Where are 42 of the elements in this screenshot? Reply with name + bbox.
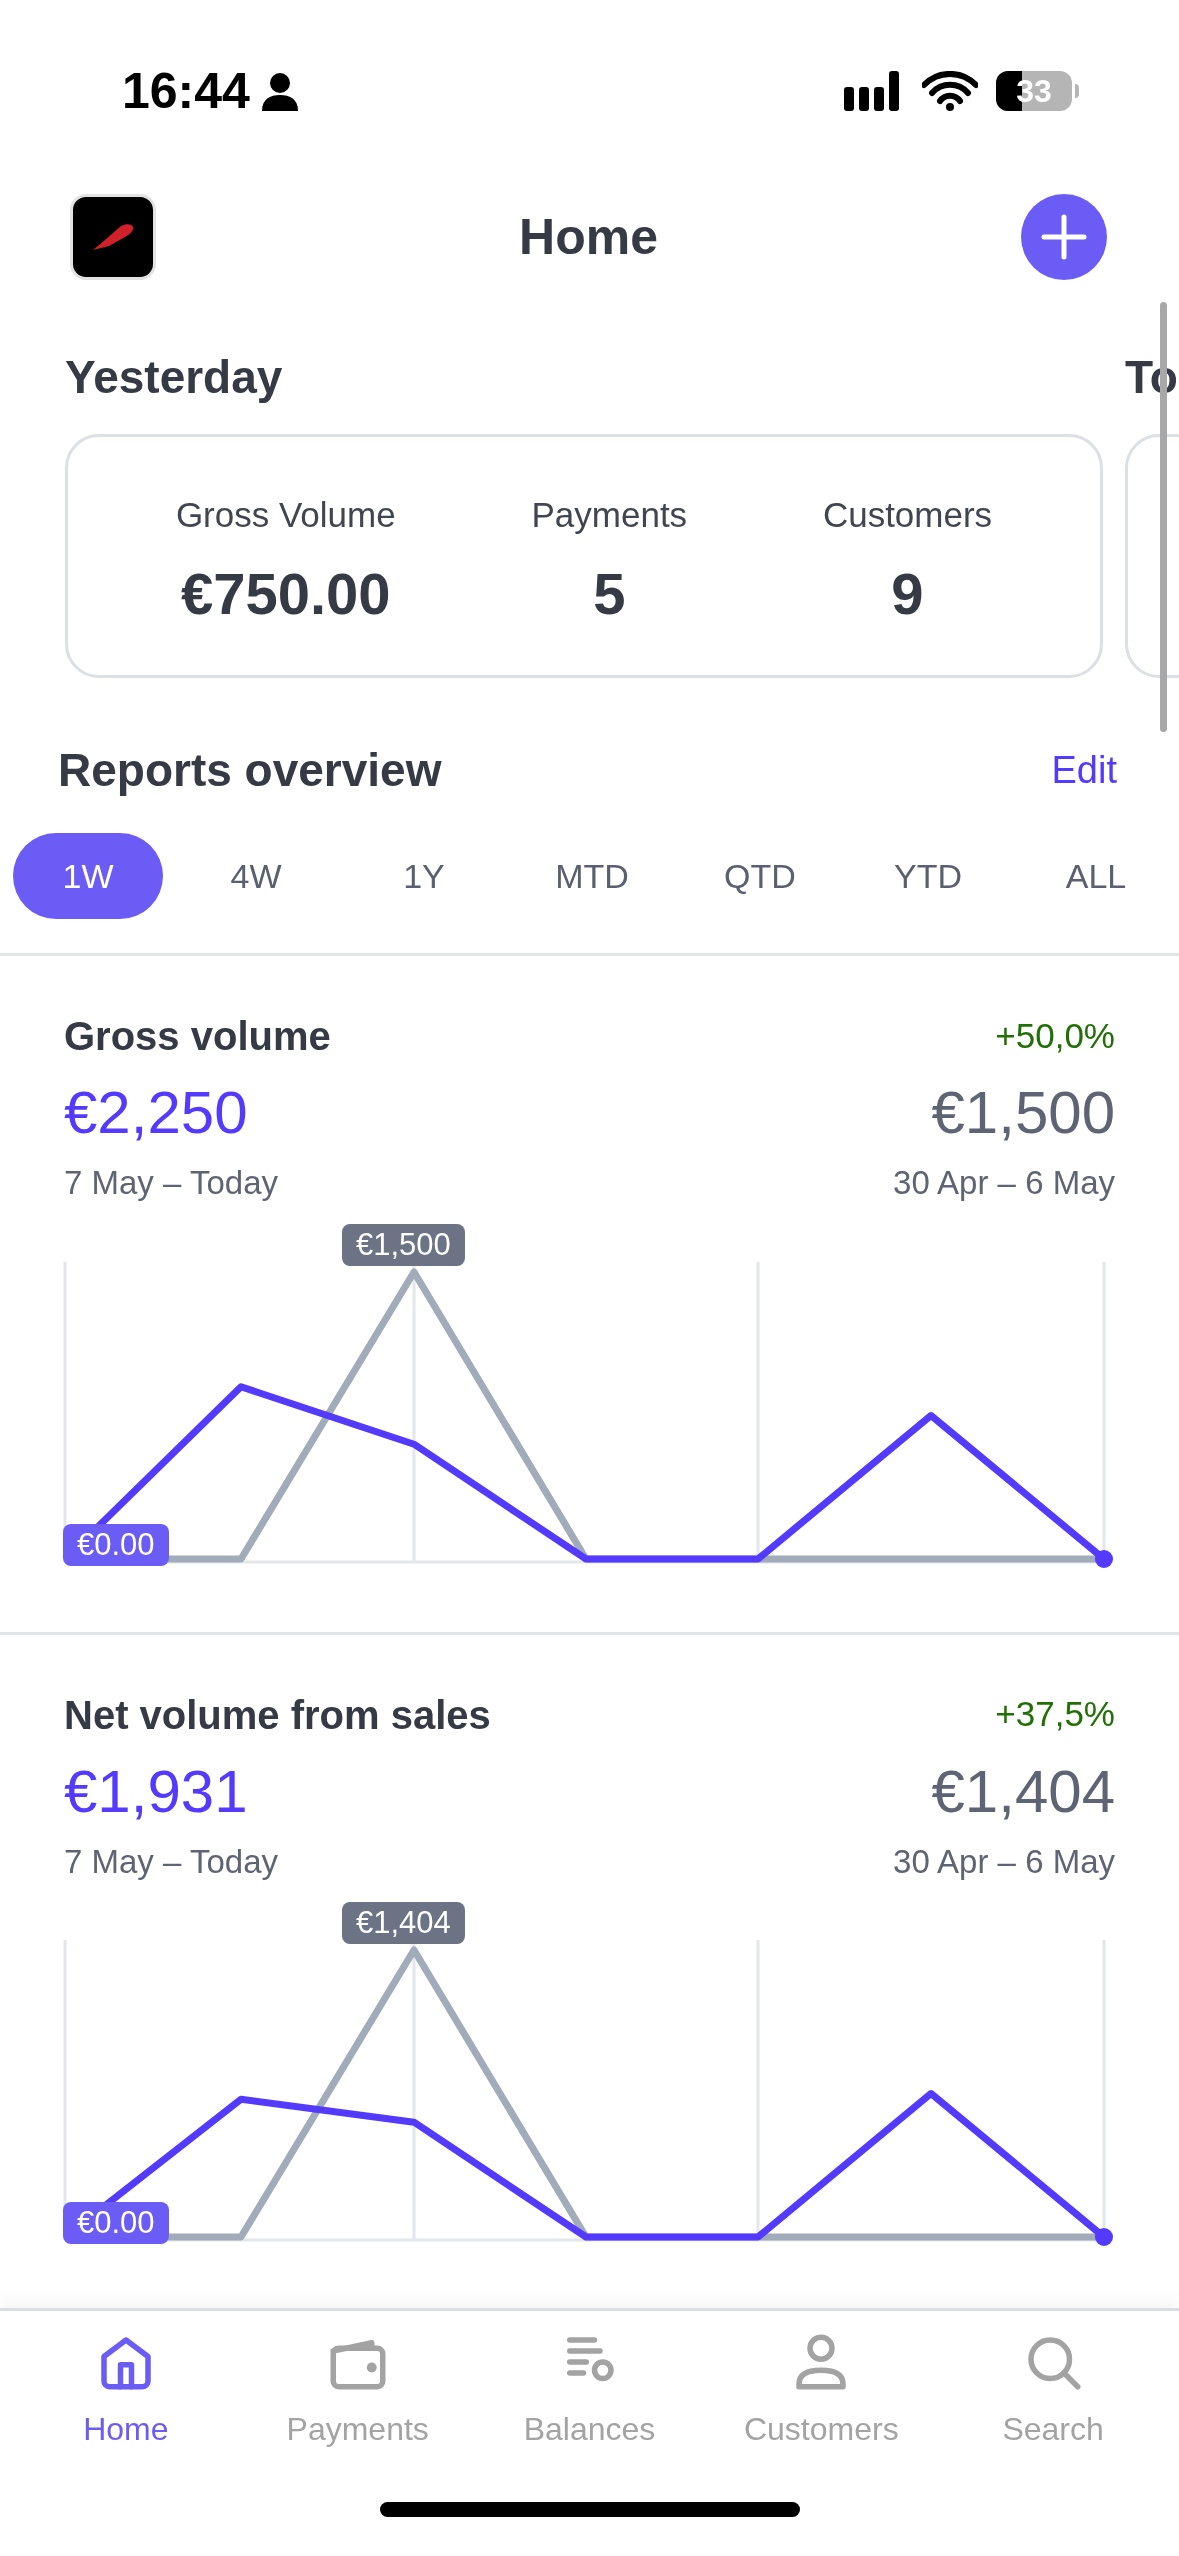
- metric-label: Gross Volume: [175, 493, 396, 536]
- previous-value: €1,500: [931, 1078, 1115, 1148]
- range-tab[interactable]: 1Y: [349, 833, 499, 919]
- wifi-icon: [922, 71, 978, 111]
- metric-value: 5: [593, 565, 626, 624]
- value-label: €0.00: [63, 2202, 169, 2244]
- person-icon: [261, 71, 298, 111]
- edit-link[interactable]: Edit: [1051, 742, 1117, 799]
- period-label: 7 May – Today: [64, 1841, 279, 1882]
- metric-value: 9: [891, 565, 924, 624]
- status-time: 16:44: [122, 61, 250, 121]
- chart-point: [1095, 2228, 1113, 2246]
- change-percent: +37,5%: [995, 1693, 1115, 1736]
- summary-card[interactable]: Gross Volume €750.00 Payments 5 Customers 9: [65, 434, 1103, 678]
- range-tab[interactable]: 4W: [181, 833, 331, 919]
- report-title: Net volume from sales: [64, 1691, 491, 1739]
- metric-label: Customers: [822, 493, 993, 536]
- plus-icon: [1041, 214, 1087, 260]
- change-percent: +50,0%: [995, 1014, 1115, 1057]
- metric-value: €750.00: [180, 565, 391, 624]
- period-label: 7 May – Today: [64, 1163, 279, 1203]
- previous-value: €1,404: [931, 1756, 1115, 1827]
- chart-point: [1095, 1549, 1113, 1568]
- range-tab[interactable]: ALL: [1021, 833, 1171, 919]
- range-tab[interactable]: 1W: [13, 833, 163, 919]
- period-label: 30 Apr – 6 May: [893, 1841, 1115, 1882]
- report-title: Gross volume: [64, 1013, 331, 1060]
- page-title: Home: [519, 207, 658, 267]
- range-tab[interactable]: YTD: [853, 833, 1003, 919]
- current-value: €2,250: [64, 1078, 248, 1148]
- section-heading: Reports overview: [58, 743, 442, 798]
- metric-label: Payments: [531, 493, 688, 536]
- value-label: €1,500: [342, 1223, 465, 1266]
- range-tab[interactable]: MTD: [517, 833, 667, 919]
- app-logo[interactable]: [70, 194, 156, 280]
- range-tab[interactable]: QTD: [685, 833, 835, 919]
- rocket-icon: [91, 222, 135, 252]
- period-label: 30 Apr – 6 May: [893, 1163, 1115, 1203]
- current-value: €1,931: [64, 1756, 248, 1827]
- tab-bar-item[interactable]: Home: [15, 2329, 236, 2453]
- value-label: €0.00: [63, 1523, 169, 1566]
- value-label: €1,404: [342, 1902, 465, 1944]
